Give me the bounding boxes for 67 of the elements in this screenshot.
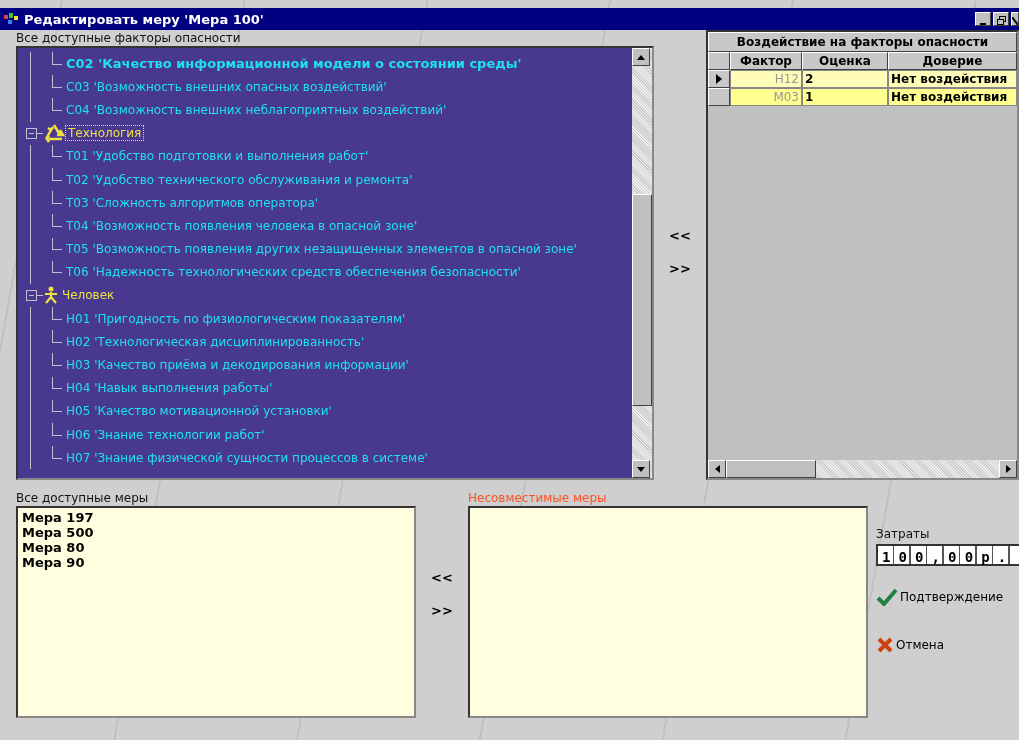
column-header[interactable]: Фактор xyxy=(730,52,802,70)
scroll-left-icon[interactable] xyxy=(708,460,726,478)
tree-item[interactable]: Т02 'Удобство технического обслуживания и ремонта' xyxy=(66,172,413,187)
restore-button[interactable] xyxy=(993,12,1009,26)
cross-icon xyxy=(876,636,894,654)
table-cell: 2 xyxy=(802,70,888,88)
tree-item[interactable]: С04 'Возможность внешних неблагоприятных воздействий' xyxy=(66,102,447,117)
confirm-button[interactable]: Подтверждение xyxy=(876,588,1019,606)
minimize-button[interactable] xyxy=(975,12,991,26)
cost-label: Затраты xyxy=(876,526,931,542)
list-item[interactable]: Мера 90 xyxy=(22,555,410,570)
scroll-thumb[interactable] xyxy=(632,194,652,406)
close-button[interactable] xyxy=(1011,12,1019,26)
column-header[interactable]: Доверие xyxy=(888,52,1017,70)
column-header[interactable]: Оценка xyxy=(802,52,888,70)
cancel-button[interactable]: Отмена xyxy=(876,636,1019,654)
tree-item[interactable]: Т04 'Возможность появления человека в опасной зоне' xyxy=(66,218,418,233)
table-cell: 1 xyxy=(802,88,888,106)
window-title: Редактировать меру 'Мера 100' xyxy=(24,11,265,27)
scroll-right-icon[interactable] xyxy=(999,460,1017,478)
panel-label: Несовместимые меры xyxy=(468,490,608,506)
list-item[interactable]: Мера 500 xyxy=(22,525,410,540)
tree-item[interactable]: Н03 'Качество приёма и декодирования информации' xyxy=(66,358,409,373)
tree-item[interactable]: Н02 'Технологическая дисциплинированность' xyxy=(66,334,365,349)
scroll-down-icon[interactable] xyxy=(632,460,650,478)
scroll-up-icon[interactable] xyxy=(632,48,650,66)
table-title: Воздействие на факторы опасности xyxy=(708,32,1017,52)
restore-icon xyxy=(996,16,1006,25)
table-cell: М03 xyxy=(730,88,802,106)
tree-item[interactable]: Т03 'Сложность алгоритмов оператора' xyxy=(66,195,319,210)
collapse-icon[interactable] xyxy=(26,289,37,301)
row-indicator[interactable] xyxy=(708,88,730,106)
transfer-button[interactable]: << xyxy=(427,568,457,587)
tree-item[interactable]: Т01 'Удобство подготовки и выполнения работ' xyxy=(66,149,369,164)
list-item[interactable]: Мера 197 xyxy=(22,510,410,525)
transfer-button[interactable]: << xyxy=(665,226,695,245)
tree-item[interactable]: С02 'Качество информационной модели о состоянии среды' xyxy=(66,56,522,72)
tree-item[interactable]: Н07 'Знание физической сущности процессов в системе' xyxy=(66,450,428,465)
tree-item[interactable]: Н05 'Качество мотивационной установки' xyxy=(66,404,332,419)
tree-item[interactable]: Т06 'Надежность технологических средств обеспечения безопасности' xyxy=(66,265,521,280)
list-item[interactable]: Мера 80 xyxy=(22,540,410,555)
tree-item[interactable]: Н06 'Знание технологии работ' xyxy=(66,427,265,442)
collapse-icon[interactable] xyxy=(26,127,37,139)
current-row-icon xyxy=(716,74,722,84)
tree-item[interactable]: С03 'Возможность внешних опасных воздействий' xyxy=(66,79,387,94)
horizontal-scrollbar[interactable] xyxy=(708,460,1017,478)
scroll-thumb[interactable] xyxy=(726,460,816,478)
tree-group[interactable]: Технология xyxy=(65,125,145,142)
panel-label: Все доступные факторы опасности xyxy=(16,30,242,46)
table-cell: Нет воздействия xyxy=(888,88,1017,106)
transfer-button[interactable]: >> xyxy=(665,259,695,278)
tree-item[interactable]: Н04 'Навык выполнения работы' xyxy=(66,381,273,396)
tree-item[interactable]: Т05 'Возможность появления других незащищенных элементов в опасной зоне' xyxy=(66,242,577,257)
transfer-button[interactable]: >> xyxy=(427,601,457,620)
vertical-scrollbar[interactable] xyxy=(632,48,652,478)
table-cell: Нет воздействия xyxy=(888,70,1017,88)
row-indicator[interactable] xyxy=(708,70,730,88)
table-cell: Н12 xyxy=(730,70,802,88)
person-icon xyxy=(43,286,59,305)
close-icon xyxy=(1012,17,1018,25)
tree-item[interactable]: Н01 'Пригодность по физиологическим показателям' xyxy=(66,311,406,326)
app-icon xyxy=(4,13,20,25)
panel-label: Все доступные меры xyxy=(16,490,150,506)
minimize-icon xyxy=(980,23,986,25)
recycle-icon xyxy=(43,123,65,144)
check-icon xyxy=(876,588,898,606)
tree-group[interactable]: Человек xyxy=(59,287,118,304)
